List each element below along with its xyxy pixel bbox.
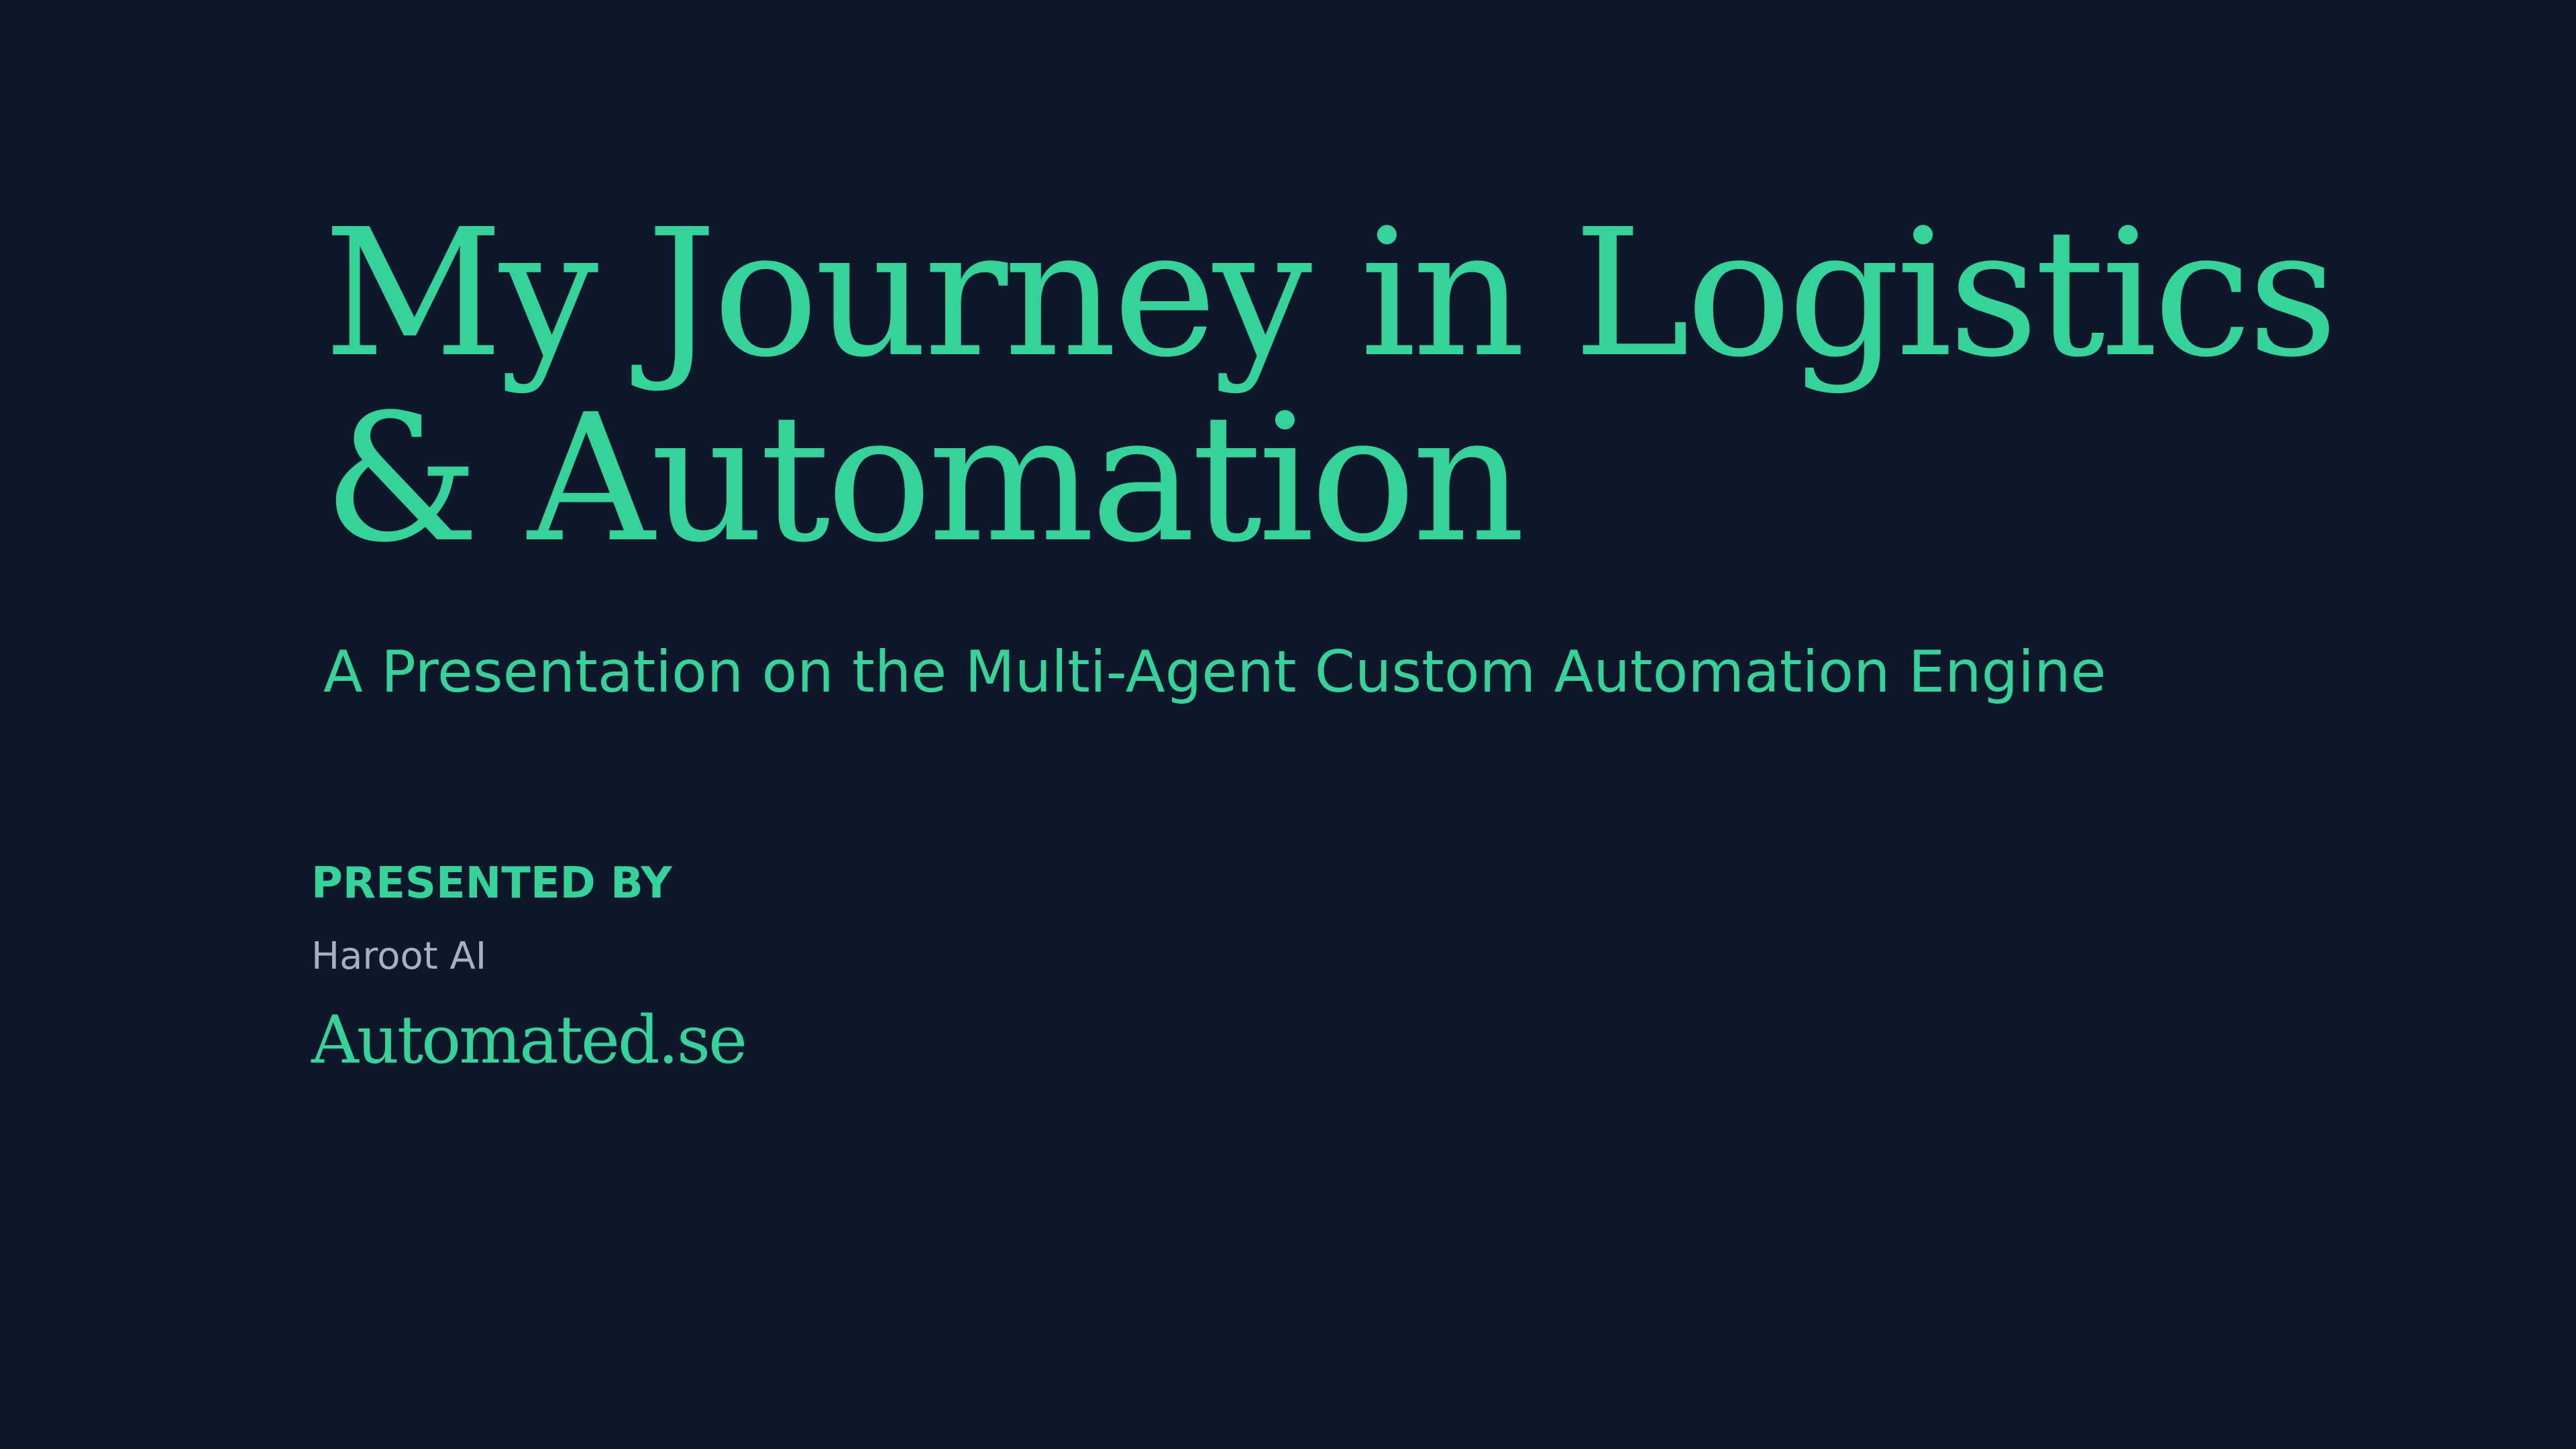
presenter-website: Automated.se xyxy=(311,1002,747,1079)
presenter-name: Haroot AI xyxy=(311,934,487,978)
slide-title: My Journey in Logistics & Automation xyxy=(323,191,2338,581)
slide-title-line-1: My Journey in Logistics xyxy=(323,191,2338,396)
slide-title-line-2: & Automation xyxy=(323,376,1525,581)
title-slide: My Journey in Logistics & Automation A P… xyxy=(0,0,2576,1449)
presented-by-label: PRESENTED BY xyxy=(311,859,672,908)
slide-subtitle: A Presentation on the Multi-Agent Custom… xyxy=(323,639,2106,706)
